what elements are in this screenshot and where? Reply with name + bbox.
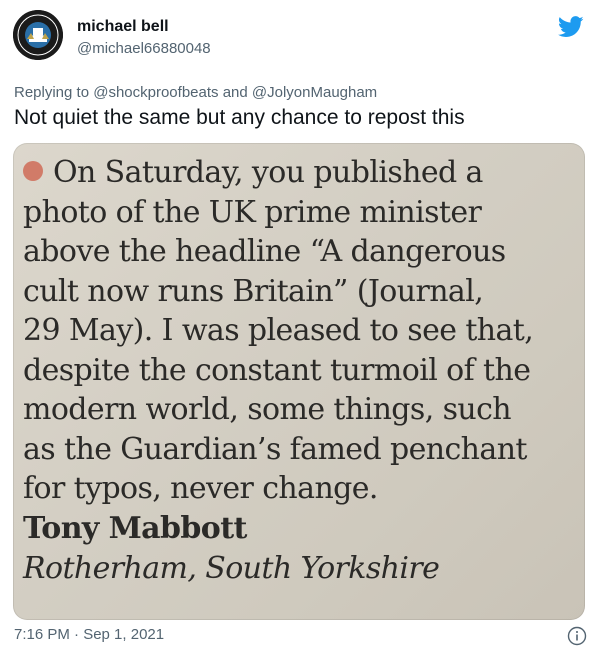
clipping-line: above the headline “A dangerous — [23, 234, 506, 269]
mention-link[interactable]: @JolyonMaugham — [252, 84, 377, 101]
clipping-line: 29 May). I was pleased to see that, — [23, 313, 534, 348]
clipping-line: as the Guardian’s famed penchant — [23, 431, 527, 467]
clipping-line: On Saturday, you published a — [23, 153, 583, 193]
letter-location: Rotherham, South Yorkshire — [23, 550, 440, 586]
tweet-photo[interactable]: On Saturday, you published a photo of th… — [13, 143, 585, 620]
tweet-timestamp[interactable]: 7:16 PM · Sep 1, 2021 — [14, 626, 164, 643]
info-icon[interactable] — [567, 626, 587, 646]
newcastle-united-crest-icon — [13, 10, 63, 60]
tweet-text: Not quiet the same but any chance to rep… — [14, 106, 465, 129]
bullet-dot-icon — [23, 161, 43, 181]
replying-to: Replying to @shockproofbeats and @Jolyon… — [14, 84, 377, 101]
clipping-line: despite the constant turmoil of the — [23, 352, 531, 388]
tweet-header: michael bell @michael66880048 — [13, 10, 588, 62]
clipping-line-text: On Saturday, you published a — [53, 155, 483, 190]
mention-link[interactable]: @shockproofbeats — [93, 84, 218, 101]
replying-to-joiner: and — [222, 84, 248, 101]
twitter-bird-icon[interactable] — [558, 16, 584, 38]
clipping-line: for typos, never change. — [23, 471, 378, 506]
letter-author: Tony Mabbott — [23, 510, 247, 546]
replying-to-label: Replying to — [14, 84, 90, 101]
clipping-line: cult now runs Britain” (Journal, — [23, 273, 484, 309]
clipping-line: modern world, some things, such — [23, 392, 512, 427]
clipping-line: photo of the UK prime minister — [23, 194, 482, 230]
avatar[interactable] — [13, 10, 63, 60]
display-name[interactable]: michael bell — [77, 18, 169, 36]
newspaper-clipping: On Saturday, you published a photo of th… — [23, 153, 583, 589]
user-handle[interactable]: @michael66880048 — [77, 40, 211, 57]
